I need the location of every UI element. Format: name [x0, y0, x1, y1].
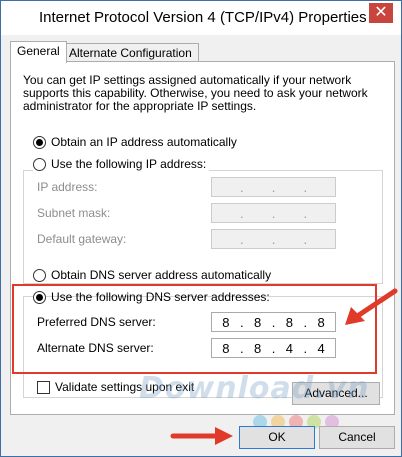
tab-alternate-configuration[interactable]: Alternate Configuration	[62, 43, 199, 62]
dns-auto-radio[interactable]	[33, 268, 46, 282]
validate-settings-checkbox[interactable]	[37, 380, 50, 394]
dialog-title: Internet Protocol Version 4 (TCP/IPv4) P…	[39, 9, 367, 26]
ok-button-label: OK	[268, 430, 286, 444]
ip-auto-option[interactable]: Obtain an IP address automatically	[33, 135, 237, 149]
title-bar[interactable]: Internet Protocol Version 4 (TCP/IPv4) P…	[1, 1, 401, 35]
watermark: Download.vn	[139, 371, 370, 406]
ip-manual-label: Use the following IP address:	[51, 157, 207, 171]
dns-manual-option[interactable]: Use the following DNS server addresses:	[33, 290, 270, 304]
dns-auto-option[interactable]: Obtain DNS server address automatically	[33, 268, 271, 282]
dialog-client: General Alternate Configuration You can …	[1, 35, 401, 456]
ok-pointer-arrow-icon	[170, 427, 233, 445]
dns-auto-label: Obtain DNS server address automatically	[51, 268, 272, 282]
tab-alternate-label: Alternate Configuration	[69, 46, 192, 60]
default-gateway-label: Default gateway:	[37, 232, 127, 246]
ip-manual-radio[interactable]	[33, 157, 46, 171]
default-gateway-input[interactable]: ...	[211, 229, 336, 249]
tab-general[interactable]: General	[10, 41, 67, 63]
description-text: You can get IP settings assigned automat…	[23, 73, 368, 113]
alternate-dns-label: Alternate DNS server:	[37, 341, 154, 355]
ip-address-label: IP address:	[37, 180, 98, 194]
dns-pointer-arrow-icon	[345, 288, 398, 325]
cancel-button-label: Cancel	[338, 430, 376, 444]
ip-auto-radio[interactable]	[33, 135, 46, 149]
ip-address-input[interactable]: ...	[211, 177, 336, 197]
dns-manual-radio[interactable]	[33, 290, 46, 304]
dns-manual-label: Use the following DNS server addresses:	[51, 290, 270, 304]
subnet-mask-input[interactable]: ...	[211, 203, 336, 223]
preferred-dns-input[interactable]: 8. 8. 8. 8	[211, 312, 336, 332]
ok-button[interactable]: OK	[239, 426, 315, 449]
preferred-dns-label: Preferred DNS server:	[37, 315, 156, 329]
cancel-button[interactable]: Cancel	[319, 426, 395, 449]
alternate-dns-input[interactable]: 8. 8. 4. 4	[211, 338, 336, 358]
close-icon: ✕	[374, 4, 388, 21]
tab-general-label: General	[17, 44, 60, 58]
subnet-mask-label: Subnet mask:	[37, 206, 111, 220]
ip-manual-option[interactable]: Use the following IP address:	[33, 157, 210, 171]
ip-auto-label: Obtain an IP address automatically	[51, 135, 237, 149]
dialog-window: Internet Protocol Version 4 (TCP/IPv4) P…	[0, 0, 402, 457]
general-panel: You can get IP settings assigned automat…	[10, 61, 395, 415]
close-button[interactable]: ✕	[369, 3, 393, 23]
